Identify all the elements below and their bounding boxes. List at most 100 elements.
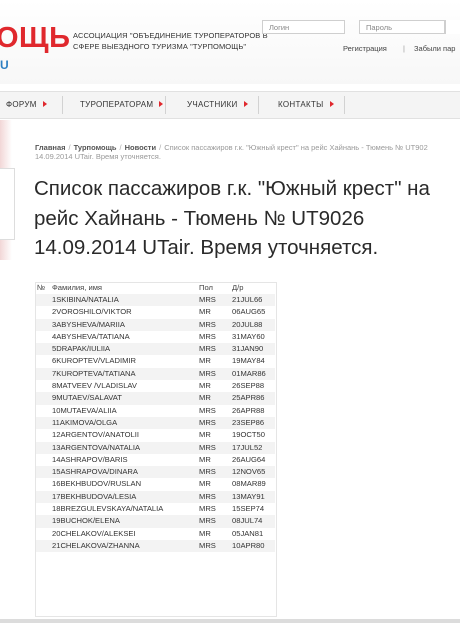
table-row: 16BEKHBUDOV/RUSLAN MR 08MAR89 <box>35 478 275 490</box>
sidebar-panel <box>0 168 15 240</box>
table-row: 19BUCHOK/ELENA MRS 08JUL74 <box>35 515 275 528</box>
table-row: 5DRAPAK/IULIIA MRS 31JAN90 <box>35 343 275 356</box>
cell-number-name: 16BEKHBUDOV/RUSLAN <box>52 478 141 490</box>
cell-number-name: 3ABYSHEVA/MARIIA <box>52 319 125 331</box>
table-row: 4ABYSHEVA/TATIANA MRS 31MAY60 <box>35 331 275 343</box>
cell-dob: 20JUL88 <box>232 319 263 329</box>
cell-number-name: 6KUROPTEV/VLADIMIR <box>52 355 136 367</box>
main-nav: ФОРУМ ТУРОПЕРАТОРАМ УЧАСТНИКИ КОНТАКТЫ <box>0 91 460 119</box>
passenger-table: № Фамилия, имя Пол Д/р 1SKIBINA/NATALIA M… <box>35 282 275 553</box>
cell-dob: 05JAN81 <box>232 528 264 538</box>
password-input[interactable]: Пароль <box>359 20 445 34</box>
cell-name: VOROSHILO/VIKTOR <box>56 307 132 317</box>
nav-item-label: УЧАСТНИКИ <box>187 100 238 109</box>
table-row: 17BEKHBUDOVA/LESIA MRS 13MAY91 <box>35 490 275 504</box>
nav-divider <box>62 96 63 114</box>
table-row: 2VOROSHILO/VIKTOR MR 06AUG65 <box>35 306 275 318</box>
table-row: 3ABYSHEVA/MARIIA MRS 20JUL88 <box>35 318 275 331</box>
table-row: 6KUROPTEV/VLADIMIR MR 19MAY84 <box>35 355 275 367</box>
cell-gender: MR <box>199 528 211 538</box>
cell-number-name: 5DRAPAK/IULIIA <box>52 343 110 355</box>
header-link-divider: | <box>403 44 405 53</box>
cell-gender: MR <box>199 393 211 403</box>
cell-gender: MRS <box>199 331 216 341</box>
cell-name: ASHRAPOV/BARIS <box>60 454 128 464</box>
table-row: 14ASHRAPOV/BARIS MR 26AUG64 <box>35 454 275 466</box>
breadcrumb-current: Список пассажиров г.к. "Южный крест" на … <box>164 143 428 152</box>
cell-gender: MR <box>199 381 211 391</box>
nav-item-label: КОНТАКТЫ <box>278 100 324 109</box>
page-bottom-edge <box>0 619 460 623</box>
cell-dob: 26AUG64 <box>232 454 266 464</box>
cell-dob: 26SEP88 <box>232 381 265 391</box>
nav-item-touroperators[interactable]: ТУРОПЕРАТОРАМ <box>80 92 164 118</box>
cell-name: ARGENTOV/ANATOLII <box>60 430 139 440</box>
cell-gender: MRS <box>199 405 216 415</box>
column-header-gender: Пол <box>199 283 213 292</box>
table-row: 9MUTAEV/SALAVAT MR 25APR86 <box>35 392 275 405</box>
breadcrumb-news[interactable]: Новости <box>125 143 156 152</box>
cell-number-name: 21CHELAKOVA/ZHANNA <box>52 540 140 552</box>
table-row: 20CHELAKOV/ALEKSEI MR 05JAN81 <box>35 528 275 540</box>
cell-name: CHELAKOVA/ZHANNA <box>60 540 140 550</box>
site-logo[interactable]: ОЩЬ <box>0 22 70 55</box>
cell-dob: 10APR80 <box>232 540 265 550</box>
register-link[interactable]: Регистрация <box>343 44 387 53</box>
page: ОЩЬ U Ассоциация "Объединение туроперато… <box>0 0 460 623</box>
cell-gender: MRS <box>199 344 216 354</box>
cell-gender: MRS <box>199 516 216 526</box>
cell-gender: MRS <box>199 540 216 550</box>
cell-name: ASHRAPOVA/DINARA <box>60 467 138 477</box>
table-row: 18BREZGULEVSKAYA/NATALIA MRS 15SEP74 <box>35 503 275 515</box>
nav-item-label: ФОРУМ <box>6 100 37 109</box>
cell-gender: MR <box>199 356 211 366</box>
cell-name: MUTAEVA/ALIIA <box>60 405 117 415</box>
cell-dob: 19OCT50 <box>232 430 265 440</box>
cell-dob: 06AUG65 <box>232 307 266 317</box>
breadcrumb-separator: / <box>68 143 71 152</box>
cell-name: SKIBINA/NATALIA <box>56 295 119 304</box>
table-row: 13ARGENTOVA/NATALIA MRS 17JUL52 <box>35 441 275 454</box>
cell-number-name: 15ASHRAPOVA/DINARA <box>52 466 138 478</box>
breadcrumb-current-continued: 14.09.2014 UTair. Время уточняется. <box>35 152 161 161</box>
breadcrumb-home[interactable]: Главная <box>35 143 66 152</box>
column-header-num: № <box>37 283 46 292</box>
login-input[interactable]: Логин <box>262 20 345 34</box>
cell-dob: 31MAY60 <box>232 331 265 341</box>
chevron-right-icon <box>329 101 334 107</box>
cell-gender: MRS <box>199 504 216 514</box>
cell-gender: MRS <box>199 442 216 452</box>
cell-dob: 26APR88 <box>232 405 265 415</box>
table-row: 21CHELAKOVA/ZHANNA MRS 10APR80 <box>35 539 275 553</box>
cell-name: KUROPTEVA/TATIANA <box>56 368 136 378</box>
chevron-right-icon <box>243 101 248 107</box>
nav-item-forum[interactable]: ФОРУМ <box>6 92 47 118</box>
cell-gender: MR <box>199 479 211 489</box>
cell-name: BEKHBUDOVA/LESIA <box>60 491 137 501</box>
nav-item-members[interactable]: УЧАСТНИКИ <box>187 92 248 118</box>
table-body: 1SKIBINA/NATALIA MRS 21JUL66 2VOROSHILO/VIK… <box>35 294 275 553</box>
table-row: 11AKIMOVA/OLGA MRS 23SEP86 <box>35 416 275 430</box>
cell-number-name: 7KUROPTEVA/TATIANA <box>52 368 136 380</box>
cell-number-name: 20CHELAKOV/ALEKSEI <box>52 528 136 540</box>
cell-name: ABYSHEVA/TATIANA <box>56 331 130 341</box>
cell-dob: 25APR86 <box>232 393 265 403</box>
cell-number-name: 13ARGENTOVA/NATALIA <box>52 442 140 454</box>
breadcrumb-section[interactable]: Турпомощь <box>74 143 117 152</box>
site-logo-domain: U <box>0 58 9 72</box>
cell-gender: MR <box>199 454 211 464</box>
table-header: № Фамилия, имя Пол Д/р <box>35 282 275 294</box>
table-row: 12ARGENTOV/ANATOLII MR 19OCT50 <box>35 429 275 441</box>
login-submit-button[interactable] <box>445 20 460 34</box>
cell-gender: MRS <box>199 319 216 329</box>
table-row: 8MATVEEV /VLADISLAV MR 26SEP88 <box>35 380 275 392</box>
table-row: 15ASHRAPOVA/DINARA MRS 12NOV65 <box>35 466 275 479</box>
chevron-right-icon <box>159 101 164 107</box>
nav-item-contacts[interactable]: КОНТАКТЫ <box>278 92 334 118</box>
forgot-password-link[interactable]: Забыли пар <box>414 44 455 53</box>
cell-number-name: 9MUTAEV/SALAVAT <box>52 392 122 404</box>
cell-name: DRAPAK/IULIIA <box>56 344 111 354</box>
table-row: 7KUROPTEVA/TATIANA MRS 01MAR86 <box>35 367 275 381</box>
site-header: ОЩЬ U Ассоциация "Объединение туроперато… <box>0 0 460 84</box>
cell-number-name: 18BREZGULEVSKAYA/NATALIA <box>52 503 163 515</box>
